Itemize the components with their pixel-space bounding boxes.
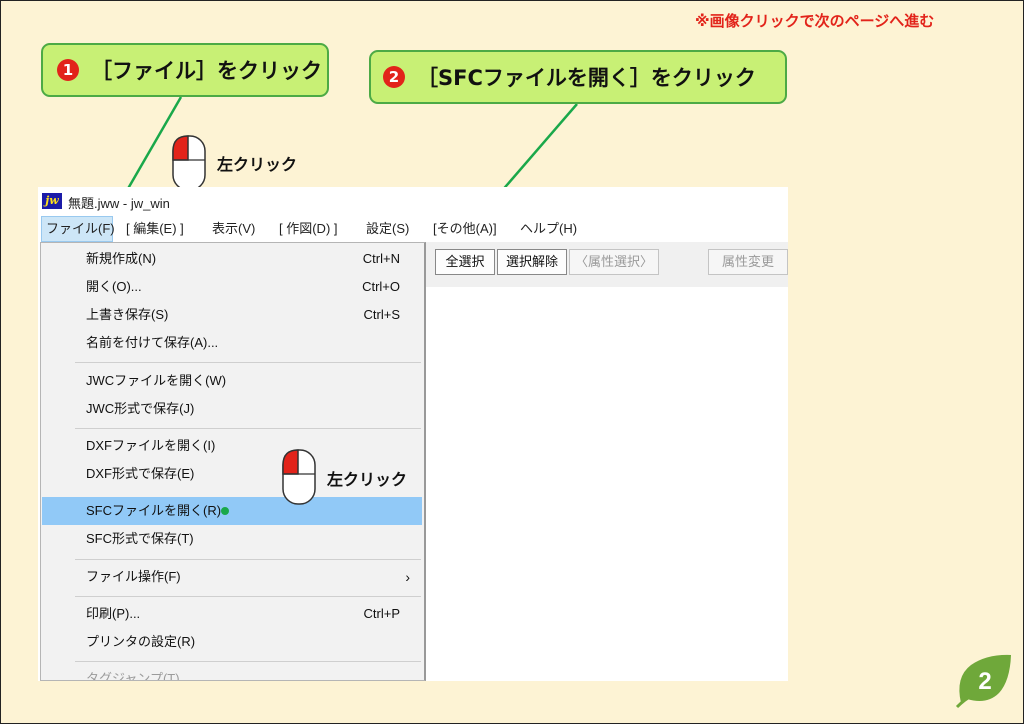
menu-item-open-dxf[interactable]: DXFファイルを開く(I): [42, 432, 422, 460]
menu-item-tag-jump-label: タグジャンプ(T): [86, 671, 180, 681]
menu-separator: [75, 661, 421, 662]
attribute-change-button[interactable]: 属性変更: [708, 249, 788, 275]
drawing-canvas[interactable]: [423, 287, 788, 681]
menu-item-save[interactable]: 上書き保存(S) Ctrl+S: [42, 301, 422, 329]
menu-item-print[interactable]: 印刷(P)... Ctrl+P: [42, 600, 422, 628]
menu-view[interactable]: 表示(V): [208, 216, 259, 242]
menu-item-save-sfc[interactable]: SFC形式で保存(T): [42, 525, 422, 553]
menu-item-print-shortcut: Ctrl+P: [363, 606, 400, 621]
jw-app-icon: jw: [42, 193, 62, 209]
attribute-select-button[interactable]: 〈属性選択〉: [569, 249, 659, 275]
menu-item-save-as-label: 名前を付けて保存(A)...: [86, 335, 219, 350]
menu-item-save-dxf-label: DXF形式で保存(E): [86, 466, 195, 481]
callout-step-1-text: ［ファイル］をクリック: [91, 59, 322, 83]
step-number-1: 1: [57, 59, 79, 81]
menu-separator: [75, 362, 421, 363]
menu-item-new[interactable]: 新規作成(N) Ctrl+N: [42, 245, 422, 273]
menu-help[interactable]: ヘルプ(H): [516, 216, 581, 242]
menu-item-open-jwc-label: JWCファイルを開く(W): [86, 373, 227, 388]
menu-settings[interactable]: 設定(S): [362, 216, 413, 242]
menu-item-save-as[interactable]: 名前を付けて保存(A)...: [42, 329, 422, 357]
menu-item-open-shortcut: Ctrl+O: [362, 279, 400, 294]
menu-file[interactable]: ファイル(F): [41, 216, 115, 242]
menu-item-tag-jump[interactable]: タグジャンプ(T): [42, 665, 422, 681]
select-all-button[interactable]: 全選択: [435, 249, 495, 275]
deselect-button[interactable]: 選択解除: [497, 249, 567, 275]
page-number: 2: [978, 668, 991, 695]
page-number-badge[interactable]: 2: [953, 651, 1013, 709]
mouse-left-click-icon: [172, 135, 206, 191]
jw-win-window: jw 無題.jww - jw_win ファイル(F) [ 編集(E) ] 表示(…: [38, 187, 788, 681]
submenu-arrow-icon: ›: [405, 569, 410, 585]
mouse-left-click-icon: [282, 449, 316, 505]
menu-draw[interactable]: [ 作図(D) ]: [275, 216, 342, 242]
menu-separator: [75, 596, 421, 597]
menu-separator: [75, 559, 421, 560]
menu-item-file-operations-label: ファイル操作(F): [86, 569, 181, 584]
menu-item-open-sfc-label: SFCファイルを開く(R): [86, 503, 222, 518]
menu-item-new-shortcut: Ctrl+N: [362, 251, 400, 266]
slide[interactable]: ※画像クリックで次のページへ進む 1 ［ファイル］をクリック 2 ［SFCファイ…: [0, 0, 1024, 724]
menu-item-open-dxf-label: DXFファイルを開く(I): [86, 438, 216, 453]
menu-item-printer-settings-label: プリンタの設定(R): [86, 634, 196, 649]
menu-item-open-sfc[interactable]: SFCファイルを開く(R): [42, 497, 422, 525]
toolbar: 全選択 選択解除 〈属性選択〉 属性変更: [423, 242, 788, 288]
menu-item-save-label: 上書き保存(S): [86, 307, 169, 322]
window-title: 無題.jww - jw_win: [68, 196, 170, 211]
title-bar: jw 無題.jww - jw_win: [38, 187, 788, 215]
menu-other[interactable]: [その他(A)]: [429, 216, 501, 242]
left-click-label-1: 左クリック: [217, 155, 298, 174]
menu-item-save-shortcut: Ctrl+S: [363, 307, 400, 322]
menu-item-new-label: 新規作成(N): [86, 251, 157, 266]
menu-item-file-operations[interactable]: ファイル操作(F) ›: [42, 563, 422, 591]
left-click-label-2: 左クリック: [327, 470, 408, 489]
menu-item-open-jwc[interactable]: JWCファイルを開く(W): [42, 367, 422, 395]
callout-step-2: 2 ［SFCファイルを開く］をクリック: [369, 50, 787, 104]
connector-dot-2: [221, 507, 229, 515]
callout-step-1: 1 ［ファイル］をクリック: [41, 43, 329, 97]
menu-item-printer-settings[interactable]: プリンタの設定(R): [42, 628, 422, 656]
menu-item-open[interactable]: 開く(O)... Ctrl+O: [42, 273, 422, 301]
menu-item-save-sfc-label: SFC形式で保存(T): [86, 531, 194, 546]
menu-edit[interactable]: [ 編集(E) ]: [122, 216, 188, 242]
callout-step-2-text: ［SFCファイルを開く］をクリック: [417, 66, 756, 90]
step-number-2: 2: [383, 66, 405, 88]
menu-separator: [75, 428, 421, 429]
menu-item-save-jwc[interactable]: JWC形式で保存(J): [42, 395, 422, 423]
menu-bar: ファイル(F) [ 編集(E) ] 表示(V) [ 作図(D) ] 設定(S) …: [38, 216, 788, 242]
menu-item-save-jwc-label: JWC形式で保存(J): [86, 401, 195, 416]
file-menu-dropdown: 新規作成(N) Ctrl+N 開く(O)... Ctrl+O 上書き保存(S) …: [40, 242, 426, 681]
menu-item-open-label: 開く(O)...: [86, 279, 142, 294]
menu-item-print-label: 印刷(P)...: [86, 606, 141, 621]
